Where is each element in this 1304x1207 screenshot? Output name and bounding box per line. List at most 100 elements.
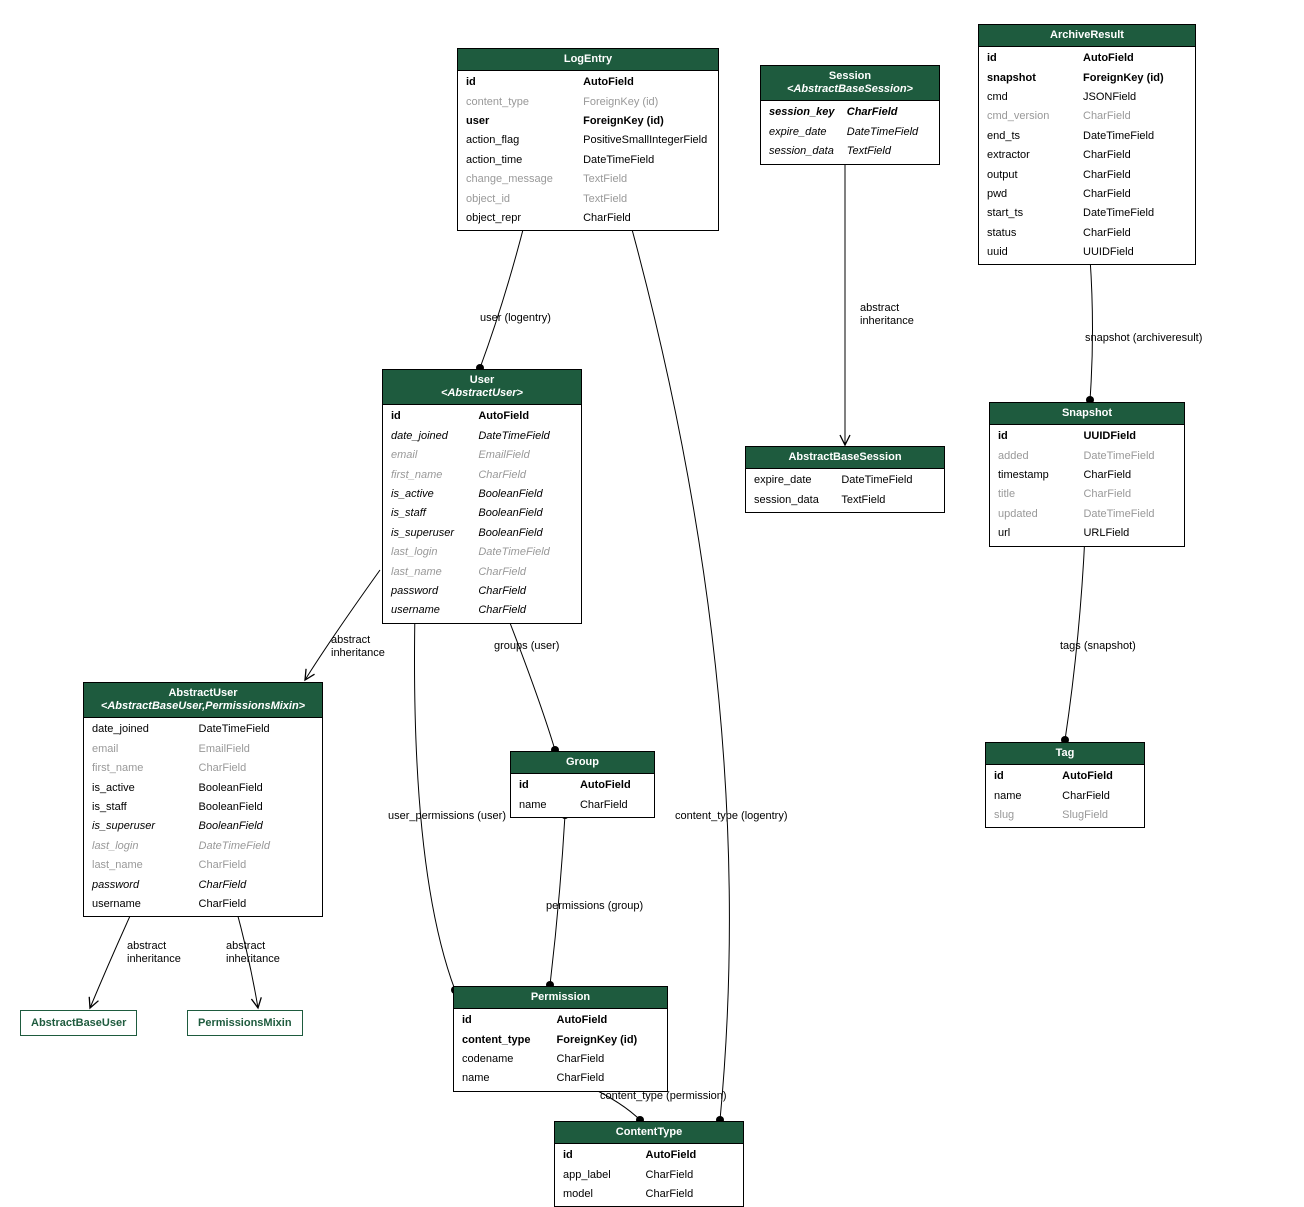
field-row: passwordCharField	[383, 582, 581, 601]
field-row: content_typeForeignKey (id)	[454, 1031, 667, 1050]
field-type: CharField	[1083, 468, 1176, 483]
field-name: username	[92, 897, 199, 912]
field-row: extractorCharField	[979, 146, 1195, 165]
field-row: titleCharField	[990, 485, 1184, 504]
field-row: nameCharField	[454, 1069, 667, 1088]
field-name: updated	[998, 507, 1083, 522]
field-row: is_staffBooleanField	[84, 798, 322, 817]
field-row: pwdCharField	[979, 185, 1195, 204]
field-row: idAutoField	[511, 776, 654, 795]
field-row: start_tsDateTimeField	[979, 204, 1195, 223]
model-abstractbasesession: AbstractBaseSession expire_dateDateTimeF…	[745, 446, 945, 513]
field-name: id	[466, 75, 583, 90]
model-subtitle: <AbstractUser>	[389, 387, 575, 400]
field-type: CharField	[580, 798, 646, 813]
field-name: uuid	[987, 245, 1083, 260]
field-row: usernameCharField	[84, 895, 322, 914]
field-type: DateTimeField	[199, 722, 314, 737]
model-title: AbstractUser	[168, 687, 237, 699]
model-title: Tag	[1056, 747, 1075, 759]
model-title: AbstractBaseSession	[788, 451, 901, 463]
field-row: userForeignKey (id)	[458, 112, 718, 131]
field-type: CharField	[646, 1187, 735, 1202]
field-row: is_superuserBooleanField	[383, 524, 581, 543]
field-name: slug	[994, 808, 1062, 823]
field-type: BooleanField	[199, 800, 314, 815]
field-name: timestamp	[998, 468, 1083, 483]
field-row: app_labelCharField	[555, 1166, 743, 1185]
field-name: cmd	[987, 90, 1083, 105]
field-row: date_joinedDateTimeField	[383, 427, 581, 446]
field-name: date_joined	[391, 429, 478, 444]
label-abstractbaseuser: AbstractBaseUser	[20, 1010, 137, 1036]
field-type: CharField	[199, 761, 314, 776]
field-name: name	[462, 1071, 557, 1086]
model-logentry: LogEntry idAutoFieldcontent_typeForeignK…	[457, 48, 719, 231]
field-name: action_flag	[466, 133, 583, 148]
field-row: is_superuserBooleanField	[84, 817, 322, 836]
field-name: snapshot	[987, 71, 1083, 86]
field-name: is_active	[92, 781, 199, 796]
field-row: object_reprCharField	[458, 209, 718, 228]
field-name: action_time	[466, 153, 583, 168]
edge-label-abstract-inheritance-2: abstract inheritance	[331, 634, 385, 660]
field-name: session_data	[754, 493, 841, 508]
field-row: urlURLField	[990, 524, 1184, 543]
field-type: DateTimeField	[478, 545, 573, 560]
model-contenttype: ContentType idAutoFieldapp_labelCharFiel…	[554, 1121, 744, 1207]
field-type: ForeignKey (id)	[1083, 71, 1187, 86]
field-name: start_ts	[987, 206, 1083, 221]
field-name: status	[987, 226, 1083, 241]
field-row: emailEmailField	[383, 446, 581, 465]
field-type: BooleanField	[199, 819, 314, 834]
field-name: password	[92, 878, 199, 893]
field-name: is_staff	[391, 506, 478, 521]
field-row: idUUIDField	[990, 427, 1184, 446]
field-row: expire_dateDateTimeField	[761, 123, 939, 142]
field-name: content_type	[466, 95, 583, 110]
edge-label-abstract-inheritance-3: abstract inheritance	[127, 940, 181, 966]
field-row: first_nameCharField	[84, 759, 322, 778]
field-row: cmdJSONField	[979, 88, 1195, 107]
field-type: DateTimeField	[1083, 449, 1176, 464]
field-type: DateTimeField	[1083, 206, 1187, 221]
field-row: snapshotForeignKey (id)	[979, 69, 1195, 88]
field-name: is_superuser	[92, 819, 199, 834]
field-type: UUIDField	[1083, 429, 1176, 444]
field-type: CharField	[557, 1052, 659, 1067]
field-name: email	[92, 742, 199, 757]
field-type: DateTimeField	[847, 125, 931, 140]
field-name: is_superuser	[391, 526, 478, 541]
field-name: change_message	[466, 172, 583, 187]
field-row: is_staffBooleanField	[383, 504, 581, 523]
field-type: DateTimeField	[1083, 507, 1176, 522]
field-type: CharField	[478, 565, 573, 580]
field-type: CharField	[583, 211, 710, 226]
edge-label-tags-snapshot: tags (snapshot)	[1060, 640, 1136, 653]
field-row: statusCharField	[979, 224, 1195, 243]
field-row: idAutoField	[986, 767, 1144, 786]
field-name: url	[998, 526, 1083, 541]
field-row: last_loginDateTimeField	[84, 837, 322, 856]
field-name: id	[987, 51, 1083, 66]
field-row: updatedDateTimeField	[990, 505, 1184, 524]
model-subtitle: <AbstractBaseSession>	[767, 83, 933, 96]
field-type: SlugField	[1062, 808, 1136, 823]
field-name: first_name	[92, 761, 199, 776]
field-type: AutoField	[1062, 769, 1136, 784]
field-row: is_activeBooleanField	[383, 485, 581, 504]
edge-label-user-logentry: user (logentry)	[480, 312, 551, 325]
field-type: ForeignKey (id)	[583, 95, 710, 110]
field-type: ForeignKey (id)	[557, 1033, 659, 1048]
field-type: AutoField	[580, 778, 646, 793]
field-name: id	[462, 1013, 557, 1028]
field-row: idAutoField	[555, 1146, 743, 1165]
field-name: last_login	[92, 839, 199, 854]
field-name: model	[563, 1187, 646, 1202]
field-type: DateTimeField	[583, 153, 710, 168]
field-row: is_activeBooleanField	[84, 779, 322, 798]
field-row: nameCharField	[511, 796, 654, 815]
field-row: addedDateTimeField	[990, 447, 1184, 466]
field-row: end_tsDateTimeField	[979, 127, 1195, 146]
field-row: change_messageTextField	[458, 170, 718, 189]
